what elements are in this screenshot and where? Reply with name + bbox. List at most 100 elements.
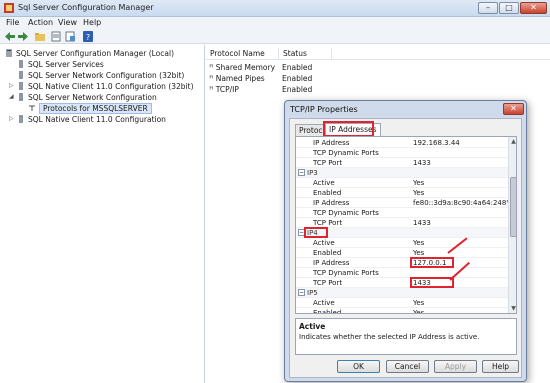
property-row[interactable]: TCP Dynamic Ports <box>296 148 508 158</box>
toolbar: ? <box>0 30 550 44</box>
property-row[interactable]: IP Address 127.0.0.1 <box>296 258 508 268</box>
close-window-button[interactable]: ✕ <box>520 2 547 14</box>
collapse-toggle-icon[interactable]: − <box>298 229 305 236</box>
property-name: TCP Dynamic Ports <box>313 149 379 157</box>
property-row[interactable]: Enabled Yes <box>296 248 508 258</box>
protocol-icon: ꟸ <box>209 74 214 83</box>
help-icon[interactable]: ? <box>82 31 94 42</box>
tree-pane: SQL Server Configuration Manager (Local)… <box>0 45 205 383</box>
tree-item-selected-label: Protocols for MSSQLSERVER <box>39 103 152 114</box>
tree-item-services[interactable]: SQL Server Services <box>17 59 104 70</box>
property-name: Enabled <box>313 249 342 257</box>
help-button[interactable]: Help <box>482 360 519 373</box>
properties-icon[interactable] <box>50 31 62 42</box>
property-row[interactable]: Active Yes <box>296 238 508 248</box>
app-icon <box>4 3 14 13</box>
property-row[interactable]: TCP Dynamic Ports <box>296 268 508 278</box>
tree-item-network-config-32bit[interactable]: SQL Server Network Configuration (32bit) <box>17 70 184 81</box>
scroll-thumb[interactable] <box>510 177 516 237</box>
tree-item-protocols-mssqlserver[interactable]: Protocols for MSSQLSERVER <box>28 103 152 114</box>
menu-action[interactable]: Action <box>28 18 53 27</box>
vertical-scrollbar[interactable]: ▲ ▼ <box>508 137 516 313</box>
property-name: Active <box>313 299 335 307</box>
property-row[interactable]: Enabled Yes <box>296 308 508 314</box>
expand-arrow-icon[interactable]: ▷ <box>9 115 14 122</box>
protocols-icon <box>29 105 35 111</box>
property-name: TCP Dynamic Ports <box>313 209 379 217</box>
property-value[interactable]: 192.168.3.44 <box>413 138 460 148</box>
property-value[interactable]: 127.0.0.1 <box>413 258 446 268</box>
property-value[interactable]: Yes <box>413 298 424 308</box>
expand-arrow-icon[interactable]: ▷ <box>9 82 14 89</box>
tree-item-network-config[interactable]: SQL Server Network Configuration <box>17 92 157 103</box>
property-value[interactable]: 1433 <box>413 218 431 228</box>
property-name: IP3 <box>307 169 318 177</box>
menu-file[interactable]: File <box>6 18 19 27</box>
collapse-toggle-icon[interactable]: − <box>298 169 305 176</box>
description-title: Active <box>299 322 326 331</box>
property-row[interactable]: TCP Port 1433 <box>296 218 508 228</box>
property-value[interactable]: Yes <box>413 178 424 188</box>
list-row[interactable]: ꟸ TCP/IP Enabled <box>206 84 550 95</box>
property-name: TCP Port <box>313 219 343 227</box>
tab-ip-addresses[interactable]: IP Addresses <box>325 123 381 136</box>
property-category[interactable]: − IP3 <box>296 168 508 178</box>
property-value[interactable]: fe80::3d9a:8c90:4a64:248%13 <box>413 198 516 208</box>
ok-button[interactable]: OK <box>337 360 380 373</box>
menu-help[interactable]: Help <box>83 18 101 27</box>
folder-up-icon[interactable] <box>34 31 46 42</box>
property-row[interactable]: Active Yes <box>296 178 508 188</box>
property-name: Enabled <box>313 309 342 314</box>
export-list-icon[interactable] <box>64 31 76 42</box>
description-text: Indicates whether the selected IP Addres… <box>299 333 480 341</box>
tree-item-native-client[interactable]: SQL Native Client 11.0 Configuration <box>17 114 166 125</box>
maximize-button[interactable]: □ <box>499 2 519 14</box>
property-row[interactable]: TCP Dynamic Ports <box>296 208 508 218</box>
tree-item-native-client-32bit[interactable]: SQL Native Client 11.0 Configuration (32… <box>17 81 194 92</box>
dialog-body: Protocol IP Addresses IP Address 192.168.… <box>289 118 522 378</box>
property-name: IP4 <box>307 229 318 237</box>
property-row[interactable]: TCP Port 1433 <box>296 278 508 288</box>
property-value[interactable]: Yes <box>413 238 424 248</box>
property-row[interactable]: Active Yes <box>296 298 508 308</box>
tcpip-properties-dialog: TCP/IP Properties ✕ Protocol IP Addresse… <box>284 100 527 382</box>
property-name: TCP Port <box>313 159 343 167</box>
apply-button[interactable]: Apply <box>434 360 477 373</box>
property-value[interactable]: Yes <box>413 308 424 313</box>
list-row[interactable]: ꟸ Named Pipes Enabled <box>206 73 550 84</box>
protocol-name: TCP/IP <box>215 85 239 94</box>
back-arrow-icon[interactable] <box>4 31 16 42</box>
dialog-close-button[interactable]: ✕ <box>503 103 524 115</box>
services-icon <box>19 60 23 68</box>
window-title: Sql Server Configuration Manager <box>18 3 154 12</box>
property-value[interactable]: Yes <box>413 248 424 258</box>
forward-arrow-icon[interactable] <box>17 31 29 42</box>
property-category[interactable]: − IP4 <box>296 228 508 238</box>
property-row[interactable]: IP Address 192.168.3.44 <box>296 138 508 148</box>
column-protocol-name[interactable]: Protocol Name <box>210 49 265 58</box>
property-category[interactable]: − IP5 <box>296 288 508 298</box>
property-name: TCP Dynamic Ports <box>313 269 379 277</box>
scroll-down-icon[interactable]: ▼ <box>509 304 516 313</box>
list-header: Protocol Name Status <box>206 48 550 60</box>
column-divider[interactable] <box>278 48 279 60</box>
property-row[interactable]: IP Address fe80::3d9a:8c90:4a64:248%13 <box>296 198 516 208</box>
column-divider[interactable] <box>331 48 332 60</box>
property-value[interactable]: 1433 <box>413 158 431 168</box>
list-row[interactable]: ꟸ Shared Memory Enabled <box>206 62 550 73</box>
property-value[interactable]: 1433 <box>413 278 431 288</box>
collapse-arrow-icon[interactable]: ◢ <box>9 93 14 100</box>
property-row[interactable]: TCP Port 1433 <box>296 158 508 168</box>
collapse-toggle-icon[interactable]: − <box>298 289 305 296</box>
property-name: Active <box>313 239 335 247</box>
column-status[interactable]: Status <box>283 49 307 58</box>
property-value[interactable]: Yes <box>413 188 424 198</box>
tree-item-root[interactable]: SQL Server Configuration Manager (Local) <box>5 48 174 59</box>
scroll-up-icon[interactable]: ▲ <box>509 137 516 146</box>
menu-view[interactable]: View <box>58 18 77 27</box>
cancel-button[interactable]: Cancel <box>386 360 429 373</box>
window-titlebar: Sql Server Configuration Manager – □ ✕ <box>0 0 550 17</box>
minimize-button[interactable]: – <box>478 2 498 14</box>
ip-properties-grid: IP Address 192.168.3.44 TCP Dynamic Ports T… <box>295 136 517 314</box>
property-row[interactable]: Enabled Yes <box>296 188 508 198</box>
